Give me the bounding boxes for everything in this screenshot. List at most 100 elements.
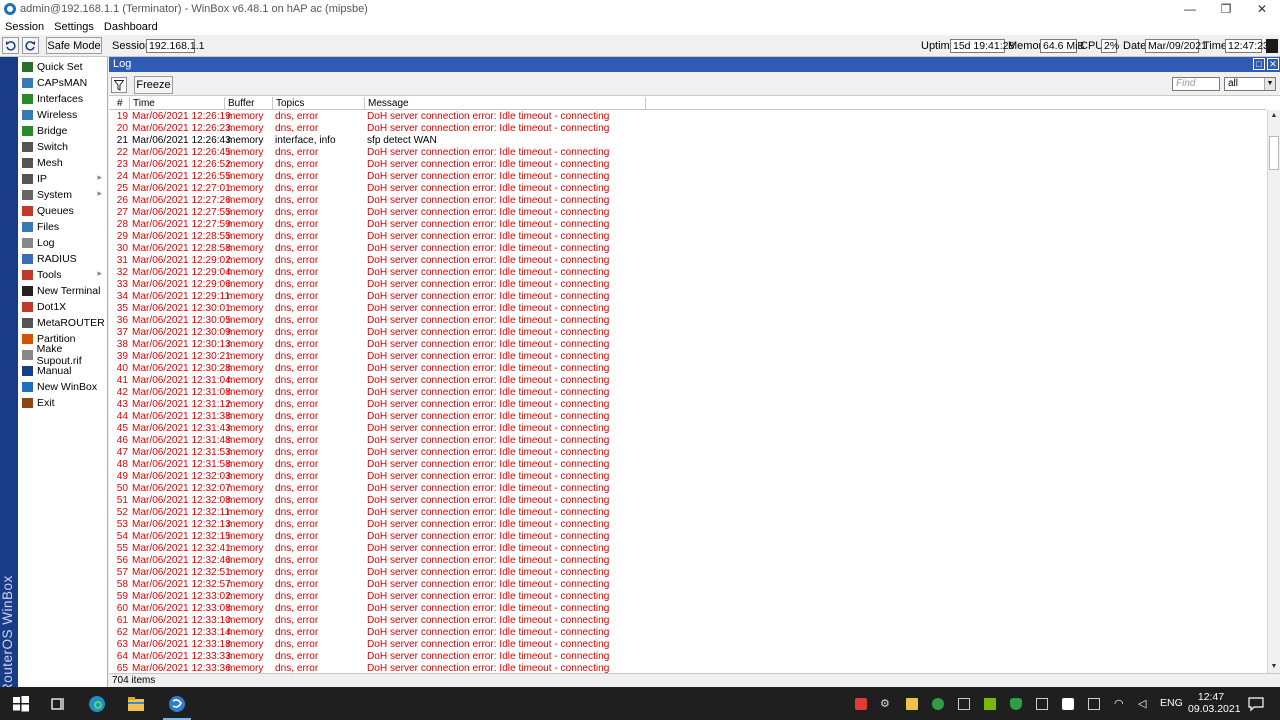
log-row[interactable]: 34 Mar/06/2021 12:29:11 memory dns, error Do… (109, 291, 1266, 303)
sidebar-item-radius[interactable]: RADIUS (18, 251, 108, 267)
sidebar-item-manual[interactable]: Manual (18, 363, 108, 379)
log-row[interactable]: 30 Mar/06/2021 12:28:58 memory dns, error Do… (109, 243, 1266, 255)
log-row[interactable]: 41 Mar/06/2021 12:31:04 memory dns, error Do… (109, 375, 1266, 387)
find-input[interactable]: Find (1172, 77, 1220, 91)
tray-shield-icon[interactable] (1010, 698, 1022, 710)
windows-start-icon[interactable] (12, 695, 30, 713)
tray-usb-icon[interactable] (958, 698, 970, 710)
log-close-icon[interactable]: ✕ (1267, 58, 1279, 70)
log-row[interactable]: 36 Mar/06/2021 12:30:05 memory dns, error Do… (109, 315, 1266, 327)
sidebar-item-interfaces[interactable]: Interfaces (18, 91, 108, 107)
log-row[interactable]: 40 Mar/06/2021 12:30:28 memory dns, error Do… (109, 363, 1266, 375)
log-row[interactable]: 55 Mar/06/2021 12:32:41 memory dns, error Do… (109, 543, 1266, 555)
sidebar-item-make-supout-rif[interactable]: Make Supout.rif (18, 343, 108, 367)
tray-chevron-icon[interactable] (1062, 698, 1074, 710)
freeze-button[interactable]: Freeze (134, 76, 173, 94)
close-button[interactable]: ✕ (1244, 0, 1280, 18)
log-row[interactable]: 44 Mar/06/2021 12:31:38 memory dns, error Do… (109, 411, 1266, 423)
tray-nvidia-icon[interactable] (984, 698, 996, 710)
sidebar-item-switch[interactable]: Switch (18, 139, 108, 155)
sidebar-item-new-winbox[interactable]: New WinBox (18, 379, 108, 395)
sidebar-item-ip[interactable]: IP ▸ (18, 171, 108, 187)
safe-mode-button[interactable]: Safe Mode (46, 37, 102, 54)
minimize-button[interactable]: — (1172, 0, 1208, 18)
sidebar-item-log[interactable]: Log (18, 235, 108, 251)
log-row[interactable]: 21 Mar/06/2021 12:26:43 memory interface, i… (109, 135, 1266, 147)
filter-button[interactable] (111, 77, 127, 93)
col-header-time[interactable]: Time (130, 97, 225, 110)
log-row[interactable]: 33 Mar/06/2021 12:29:06 memory dns, error Do… (109, 279, 1266, 291)
undo-button[interactable] (2, 37, 19, 54)
sidebar-item-bridge[interactable]: Bridge (18, 123, 108, 139)
log-row[interactable]: 25 Mar/06/2021 12:27:01 memory dns, error Do… (109, 183, 1266, 195)
tray-folder-icon[interactable] (906, 698, 918, 710)
scroll-up-icon[interactable]: ▲ (1268, 110, 1280, 122)
log-row[interactable]: 60 Mar/06/2021 12:33:08 memory dns, error Do… (109, 603, 1266, 615)
tray-extra-icon[interactable] (1088, 698, 1100, 710)
sidebar-item-dot1x[interactable]: Dot1X (18, 299, 108, 315)
log-row[interactable]: 51 Mar/06/2021 12:32:08 memory dns, error Do… (109, 495, 1266, 507)
log-row[interactable]: 53 Mar/06/2021 12:32:13 memory dns, error Do… (109, 519, 1266, 531)
sidebar-item-metarouter[interactable]: MetaROUTER (18, 315, 108, 331)
log-row[interactable]: 38 Mar/06/2021 12:30:13 memory dns, error Do… (109, 339, 1266, 351)
log-row[interactable]: 26 Mar/06/2021 12:27:26 memory dns, error Do… (109, 195, 1266, 207)
sidebar-item-queues[interactable]: Queues (18, 203, 108, 219)
log-row[interactable]: 52 Mar/06/2021 12:32:11 memory dns, error Do… (109, 507, 1266, 519)
restore-button[interactable]: ❐ (1208, 0, 1244, 18)
tray-red-icon[interactable] (855, 698, 867, 710)
scroll-down-icon[interactable]: ▼ (1268, 661, 1280, 673)
log-row[interactable]: 35 Mar/06/2021 12:30:01 memory dns, error Do… (109, 303, 1266, 315)
log-vertical-scrollbar[interactable]: ▲ ▼ (1267, 110, 1280, 673)
tray-clock[interactable]: 12:47 09.03.2021 (1188, 691, 1241, 715)
log-row[interactable]: 29 Mar/06/2021 12:28:55 memory dns, error Do… (109, 231, 1266, 243)
sidebar-item-capsman[interactable]: CAPsMAN (18, 75, 108, 91)
sidebar-item-new-terminal[interactable]: New Terminal (18, 283, 108, 299)
log-row[interactable]: 39 Mar/06/2021 12:30:21 memory dns, error Do… (109, 351, 1266, 363)
col-header-message[interactable]: Message (365, 97, 646, 110)
scroll-thumb[interactable] (1269, 136, 1279, 170)
col-header-buffer[interactable]: Buffer (225, 97, 273, 110)
log-row[interactable]: 64 Mar/06/2021 12:33:33 memory dns, error Do… (109, 651, 1266, 663)
file-explorer-icon[interactable] (127, 695, 145, 713)
log-row[interactable]: 42 Mar/06/2021 12:31:08 memory dns, error Do… (109, 387, 1266, 399)
log-row[interactable]: 31 Mar/06/2021 12:29:02 memory dns, error Do… (109, 255, 1266, 267)
log-row[interactable]: 22 Mar/06/2021 12:26:45 memory dns, error Do… (109, 147, 1266, 159)
sidebar-item-quick-set[interactable]: Quick Set (18, 59, 108, 75)
tray-language[interactable]: ENG (1160, 697, 1183, 709)
sidebar-item-system[interactable]: System ▸ (18, 187, 108, 203)
log-row[interactable]: 57 Mar/06/2021 12:32:51 memory dns, error Do… (109, 567, 1266, 579)
log-row[interactable]: 27 Mar/06/2021 12:27:55 memory dns, error Do… (109, 207, 1266, 219)
log-row[interactable]: 63 Mar/06/2021 12:33:18 memory dns, error Do… (109, 639, 1266, 651)
sidebar-item-tools[interactable]: Tools ▸ (18, 267, 108, 283)
redo-button[interactable] (22, 37, 39, 54)
menu-dashboard[interactable]: Dashboard (99, 21, 163, 33)
log-row[interactable]: 49 Mar/06/2021 12:32:03 memory dns, error Do… (109, 471, 1266, 483)
winbox-taskbar-icon[interactable] (168, 695, 186, 713)
log-row[interactable]: 19 Mar/06/2021 12:26:19 memory dns, error Do… (109, 111, 1266, 123)
tray-green-check-icon[interactable] (932, 698, 944, 710)
col-header-number[interactable]: # (109, 97, 130, 110)
edge-icon[interactable] (88, 695, 106, 713)
log-row[interactable]: 56 Mar/06/2021 12:32:46 memory dns, error Do… (109, 555, 1266, 567)
sidebar-item-wireless[interactable]: Wireless (18, 107, 108, 123)
tray-network-tool-icon[interactable]: ⚙ (880, 698, 892, 710)
notifications-icon[interactable] (1248, 696, 1264, 712)
log-row[interactable]: 28 Mar/06/2021 12:27:59 memory dns, error Do… (109, 219, 1266, 231)
menu-session[interactable]: Session (0, 21, 49, 33)
log-row[interactable]: 43 Mar/06/2021 12:31:12 memory dns, error Do… (109, 399, 1266, 411)
topic-filter-select[interactable]: all ▼ (1224, 77, 1276, 91)
log-row[interactable]: 58 Mar/06/2021 12:32:57 memory dns, error Do… (109, 579, 1266, 591)
log-row[interactable]: 65 Mar/06/2021 12:33:36 memory dns, error Do… (109, 663, 1266, 673)
tray-defender-icon[interactable] (1036, 698, 1048, 710)
log-row[interactable]: 62 Mar/06/2021 12:33:14 memory dns, error Do… (109, 627, 1266, 639)
tray-volume-icon[interactable]: ◁ (1138, 698, 1150, 710)
sidebar-item-files[interactable]: Files (18, 219, 108, 235)
tray-wifi-icon[interactable]: ◠ (1114, 698, 1126, 710)
log-row[interactable]: 47 Mar/06/2021 12:31:53 memory dns, error Do… (109, 447, 1266, 459)
log-row[interactable]: 48 Mar/06/2021 12:31:58 memory dns, error Do… (109, 459, 1266, 471)
log-row[interactable]: 59 Mar/06/2021 12:33:02 memory dns, error Do… (109, 591, 1266, 603)
log-row[interactable]: 23 Mar/06/2021 12:26:52 memory dns, error Do… (109, 159, 1266, 171)
log-row[interactable]: 45 Mar/06/2021 12:31:43 memory dns, error Do… (109, 423, 1266, 435)
sidebar-item-mesh[interactable]: Mesh (18, 155, 108, 171)
chevron-down-icon[interactable]: ▼ (1264, 78, 1275, 90)
